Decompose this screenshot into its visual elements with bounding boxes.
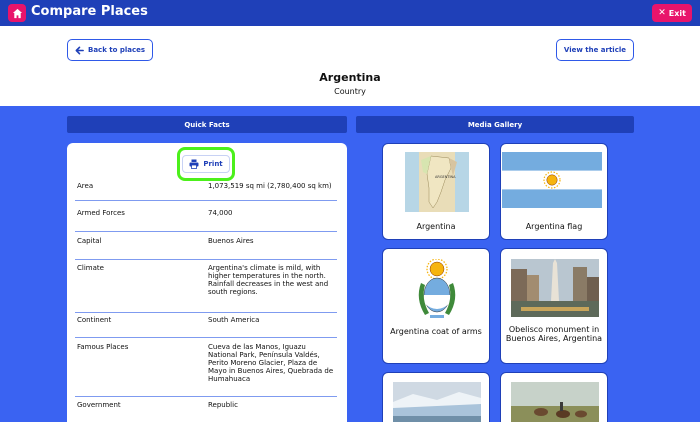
fact-value: South America — [208, 316, 260, 324]
fact-value: Argentina's climate is mild, with higher… — [208, 264, 329, 296]
gallery-caption: Argentina coat of arms — [390, 327, 482, 336]
home-button[interactable] — [8, 4, 26, 22]
view-article-button[interactable]: View the article — [555, 39, 634, 61]
flag-image — [502, 152, 602, 208]
gallery-item-coat-of-arms[interactable]: Argentina coat of arms — [382, 248, 490, 364]
fact-row-famous-places: Famous Places Cueva de las Manos, Iguazu… — [75, 340, 337, 397]
arrow-left-icon — [75, 46, 84, 54]
coat-of-arms-image — [418, 259, 456, 318]
fact-row-armed-forces: Armed Forces 74,000 — [75, 206, 337, 232]
fact-row-capital: Capital Buenos Aires — [75, 234, 337, 260]
article-label: View the article — [563, 46, 626, 54]
map-image: ARGENTINA — [405, 152, 469, 212]
print-button-highlight[interactable]: Print — [177, 147, 235, 181]
fact-label: Continent — [77, 316, 112, 324]
fact-label: Government — [77, 401, 121, 409]
back-to-places-button[interactable]: Back to places — [67, 39, 154, 61]
fact-value: Cueva de las Manos, Iguazu National Park… — [208, 343, 334, 383]
glacier-image — [393, 382, 481, 422]
fact-value: 74,000 — [208, 209, 233, 217]
gallery-item-argentina-flag[interactable]: Argentina flag — [500, 143, 608, 240]
fact-row-government: Government Republic — [75, 398, 337, 422]
fact-label: Capital — [77, 237, 102, 245]
place-type: Country — [334, 87, 366, 96]
gallery-item-gauchos[interactable] — [500, 372, 608, 422]
gallery-caption: Argentina — [416, 222, 456, 231]
fact-label: Famous Places — [77, 343, 129, 351]
printer-icon — [189, 159, 199, 169]
exit-button[interactable]: ✕ Exit — [652, 4, 692, 22]
close-icon: ✕ — [658, 8, 666, 18]
gallery-item-obelisco[interactable]: Obelisco monument in Buenos Aires, Argen… — [500, 248, 608, 364]
fact-label: Climate — [77, 264, 104, 272]
fact-label: Area — [77, 182, 94, 190]
place-header: Back to places View the article Argentin… — [0, 26, 700, 106]
home-icon — [12, 8, 22, 18]
gallery-item-glacier[interactable] — [382, 372, 490, 422]
media-gallery-heading: Media Gallery — [356, 116, 634, 133]
place-title: Argentina — [319, 71, 381, 84]
exit-label: Exit — [668, 8, 686, 18]
print-button[interactable]: Print — [182, 155, 230, 173]
fact-label: Armed Forces — [77, 209, 125, 217]
gallery-caption: Argentina flag — [525, 222, 583, 231]
app-title: Compare Places — [31, 4, 148, 19]
gauchos-image — [511, 382, 599, 422]
top-bar: Compare Places ✕ Exit — [0, 0, 700, 26]
fact-row-climate: Climate Argentina's climate is mild, wit… — [75, 261, 337, 313]
fact-value: 1,073,519 sq mi (2,780,400 sq km) — [208, 182, 332, 190]
fact-row-area: Area 1,073,519 sq mi (2,780,400 sq km) — [75, 179, 337, 201]
fact-value: Republic — [208, 401, 238, 409]
back-label: Back to places — [88, 46, 146, 54]
print-label: Print — [203, 160, 223, 168]
gallery-item-argentina-map[interactable]: ARGENTINA Argentina — [382, 143, 490, 240]
obelisco-image — [511, 259, 599, 317]
fact-row-continent: Continent South America — [75, 313, 337, 338]
quick-facts-panel: Print Area 1,073,519 sq mi (2,780,400 sq… — [67, 143, 347, 422]
map-label: ARGENTINA — [435, 175, 456, 179]
fact-value: Buenos Aires — [208, 237, 254, 245]
gallery-caption: Obelisco monument in Buenos Aires, Argen… — [505, 325, 603, 343]
quick-facts-heading: Quick Facts — [67, 116, 347, 133]
